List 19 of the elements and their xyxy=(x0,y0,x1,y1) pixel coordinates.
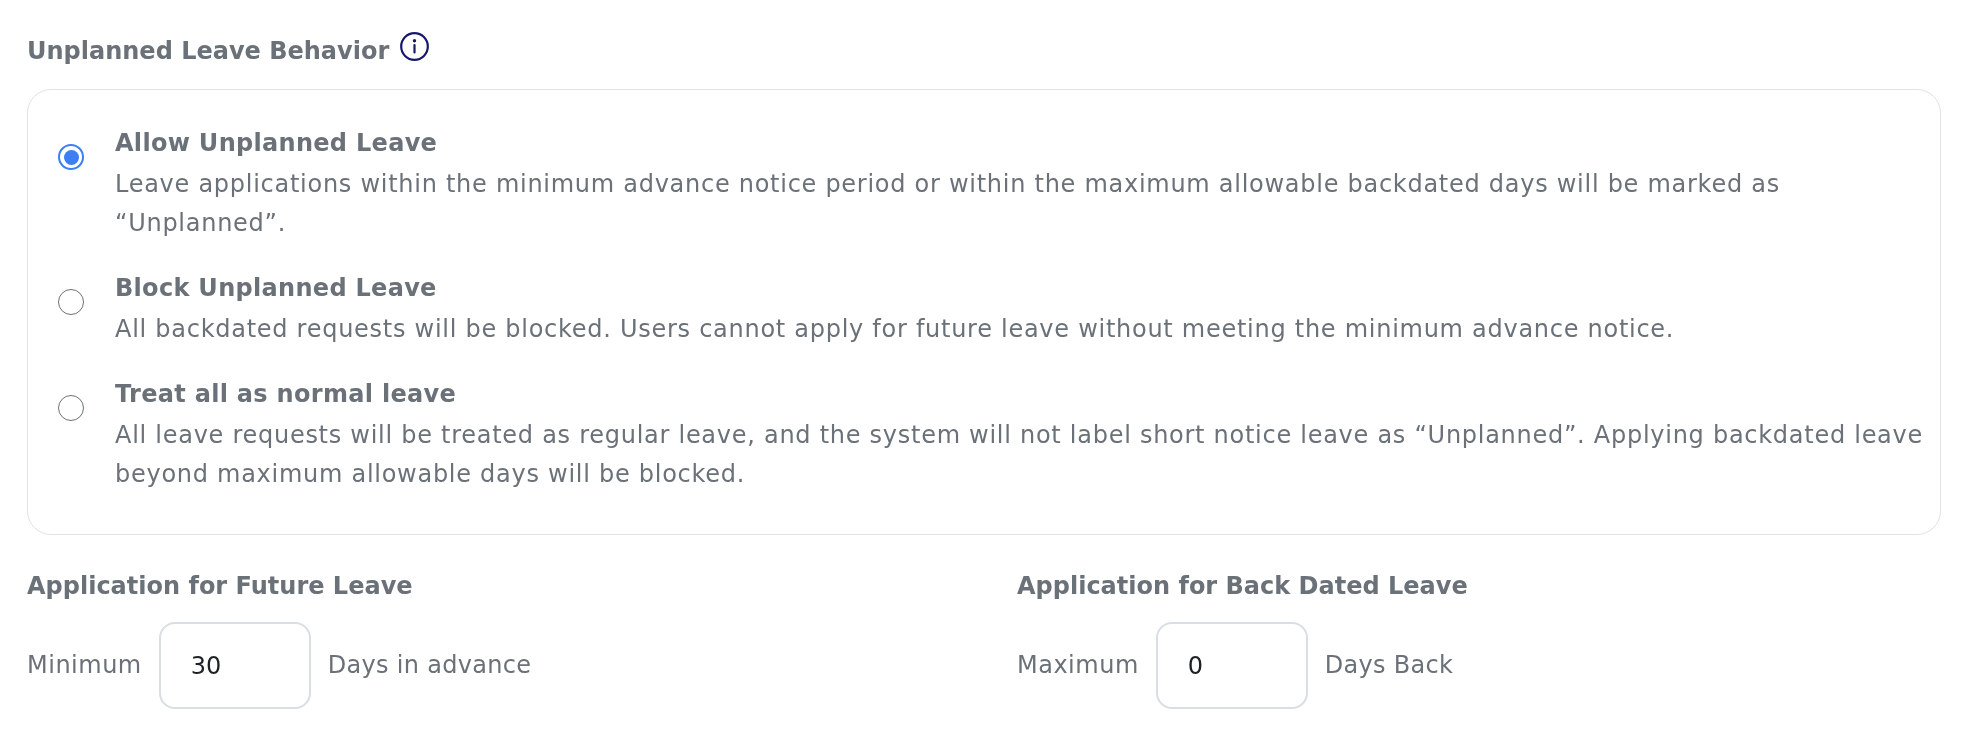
radio-button[interactable] xyxy=(58,289,84,315)
field-suffix-label: Days in advance xyxy=(327,650,532,681)
info-icon[interactable] xyxy=(400,32,430,61)
radio-button[interactable] xyxy=(58,395,84,421)
number-input[interactable]: 30 xyxy=(158,622,311,709)
option-label: Block Unplanned Leave xyxy=(115,273,438,304)
field-prefix-label: Minimum xyxy=(27,650,142,681)
radio-button[interactable] xyxy=(58,144,84,170)
option-label: Allow Unplanned Leave xyxy=(115,128,439,159)
field-prefix-label: Maximum xyxy=(1017,650,1139,681)
field-suffix-label: Days Back xyxy=(1324,650,1454,681)
field-group-title: Application for Future Leave xyxy=(27,571,414,602)
option-description: All leave requests will be treated as regular leave, and the system will not label short notice leave as “Unplanned”. Applying backdated leave beyond maximum allowable days will be blocked. xyxy=(115,420,1924,490)
option-description: Leave applications within the minimum advance notice period or within the maximum allowable backdated days will be marked as “Unplanned”. xyxy=(115,169,1781,239)
option-description: All backdated requests will be blocked. Users cannot apply for future leave without meeting the minimum advance notice. xyxy=(115,314,1675,345)
field-group-title: Application for Back Dated Leave xyxy=(1017,571,1469,602)
section-title: Unplanned Leave Behavior xyxy=(27,36,390,67)
number-input[interactable]: 0 xyxy=(1155,622,1308,709)
option-label: Treat all as normal leave xyxy=(115,379,458,410)
